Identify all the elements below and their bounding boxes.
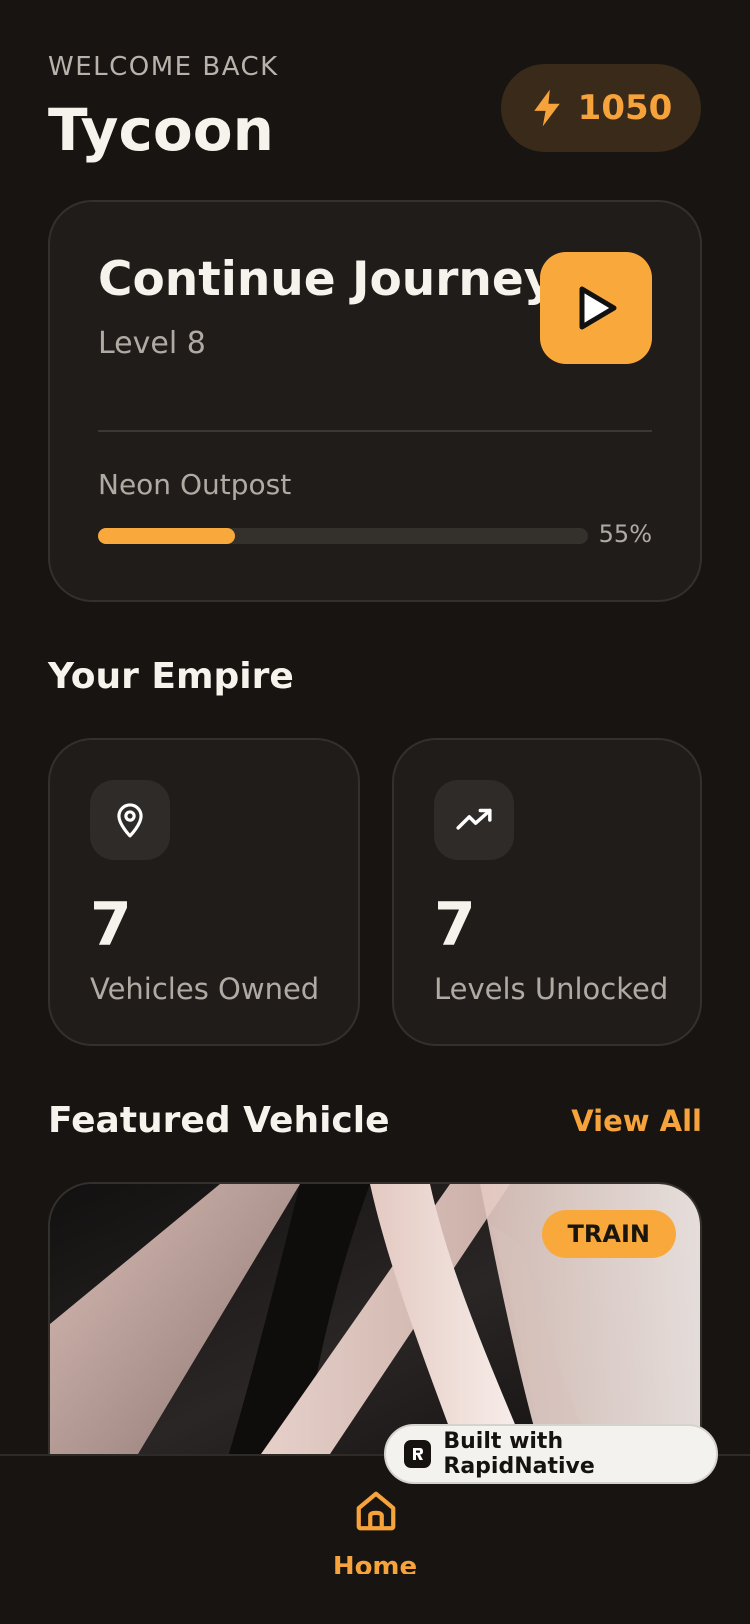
home-screen: WELCOME BACK Tycoon 1050 Continue Journe… — [0, 0, 750, 1624]
empire-section-title: Your Empire — [48, 656, 294, 697]
home-icon — [356, 1491, 396, 1531]
rapidnative-logo-icon — [404, 1440, 432, 1468]
nav-home-label: Home — [332, 1552, 418, 1574]
zone-name: Neon Outpost — [98, 468, 292, 501]
built-with-badge[interactable]: Built with RapidNative — [384, 1424, 718, 1484]
continue-journey-card[interactable]: Continue Journey Level 8 Neon Outpost 55… — [48, 200, 702, 602]
progress-label: 55% — [598, 520, 652, 548]
stat-icon-container — [434, 780, 514, 860]
stat-label: Levels Unlocked — [434, 972, 669, 1006]
progress-fill — [98, 528, 236, 544]
divider — [98, 430, 652, 432]
play-icon — [579, 286, 617, 330]
stat-card-levels[interactable]: 7 Levels Unlocked — [392, 738, 702, 1046]
play-button[interactable] — [540, 252, 652, 364]
stat-value: 7 — [90, 890, 132, 960]
player-name: Tycoon — [48, 96, 274, 164]
journey-level: Level 8 — [98, 326, 206, 361]
journey-title: Continue Journey — [98, 252, 555, 307]
vehicle-type-badge: TRAIN — [541, 1210, 676, 1258]
stat-value: 7 — [434, 890, 476, 960]
stat-card-vehicles[interactable]: 7 Vehicles Owned — [48, 738, 360, 1046]
stat-label: Vehicles Owned — [90, 972, 320, 1006]
welcome-label: WELCOME BACK — [48, 52, 279, 82]
nav-item-home[interactable]: Home — [325, 1488, 425, 1598]
map-pin-icon — [117, 803, 143, 838]
trending-up-icon — [456, 808, 492, 830]
built-with-text: Built with RapidNative — [443, 1429, 595, 1479]
stat-icon-container — [90, 780, 170, 860]
featured-section-title: Featured Vehicle — [48, 1100, 390, 1141]
view-all-link[interactable]: View All — [571, 1104, 702, 1138]
progress-bar — [98, 528, 588, 544]
energy-balance[interactable]: 1050 — [501, 64, 701, 152]
lightning-icon — [533, 89, 560, 127]
energy-value: 1050 — [577, 88, 673, 128]
